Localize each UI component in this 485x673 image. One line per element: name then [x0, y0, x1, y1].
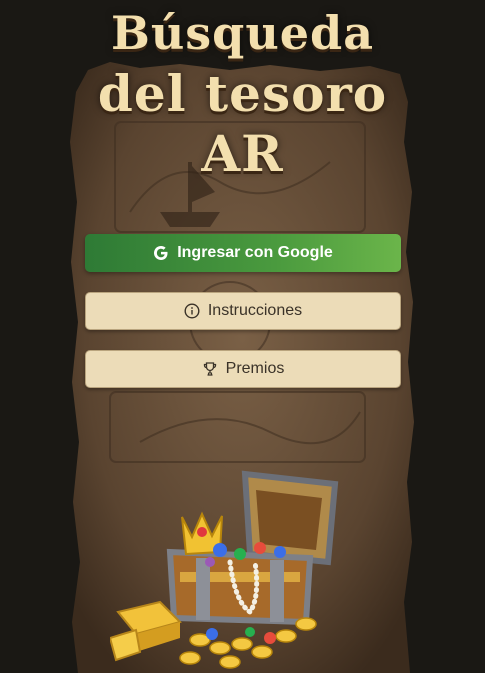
app-title-line-1: Búsqueda [110, 6, 375, 60]
google-icon [153, 245, 169, 261]
app-title-line-2: del tesoro [97, 64, 388, 123]
info-icon [184, 303, 200, 319]
google-signin-label: Ingresar con Google [177, 244, 333, 261]
instructions-button[interactable]: Instrucciones [85, 292, 401, 330]
trophy-icon [202, 361, 218, 377]
prizes-button[interactable]: Premios [85, 350, 401, 388]
prizes-label: Premios [225, 360, 285, 377]
app-title-line-3: AR [201, 124, 284, 183]
app-screen: Búsqueda del tesoro AR Ingresar con Goog… [0, 0, 485, 673]
google-signin-button[interactable]: Ingresar con Google [85, 234, 401, 272]
treasure-chest-illustration [108, 462, 340, 673]
instructions-label: Instrucciones [207, 302, 303, 319]
